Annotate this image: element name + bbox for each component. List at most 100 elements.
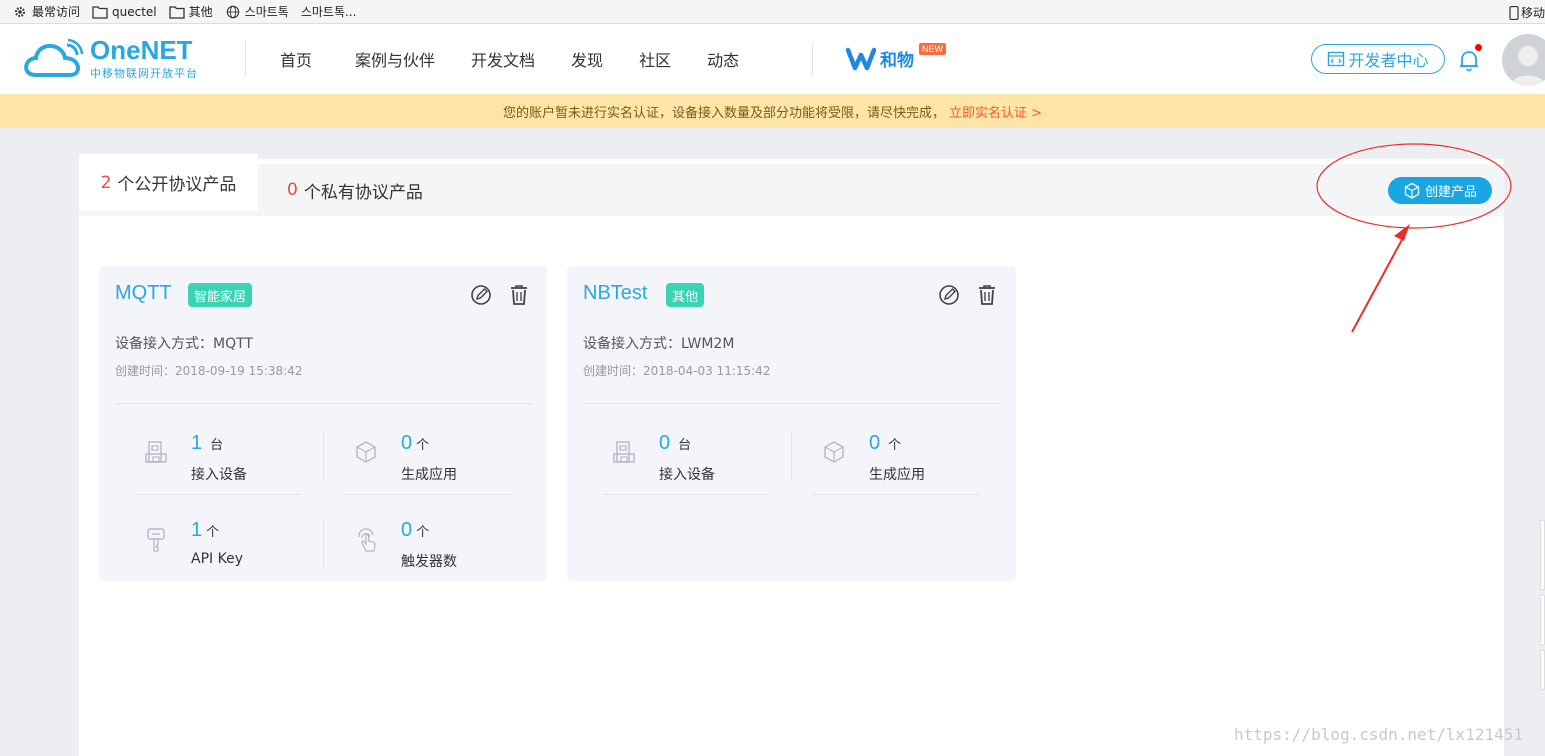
stat-unit: 个 <box>416 524 430 539</box>
product-card-nbtest[interactable]: NBTest 其他 设备接入方式：LWM2M 创建时间：2018-04-03 1… <box>567 266 1016 581</box>
header-divider <box>812 42 813 76</box>
tab-count: 0 <box>287 180 298 200</box>
bell-icon[interactable] <box>1458 48 1480 72</box>
stat-label: 接入设备 <box>191 467 247 483</box>
main-nav: 首页 案例与伙伴 开发文档 发现 社区 动态 <box>262 24 757 94</box>
scroll-strip[interactable] <box>1540 650 1545 690</box>
bookmark-most-visited[interactable]: 最常访问 <box>12 3 80 20</box>
tab-private-products[interactable]: 0 个私有协议产品 <box>287 164 423 216</box>
stat-devices[interactable]: 0台 接入设备 <box>603 418 783 490</box>
header-divider <box>245 40 246 76</box>
key-icon <box>147 528 165 552</box>
logo-subtitle: 中移物联网开放平台 <box>90 67 198 80</box>
stat-divider <box>323 431 324 481</box>
stat-divider <box>135 494 301 495</box>
stat-label: API Key <box>191 551 243 567</box>
trash-icon[interactable] <box>509 284 529 306</box>
edit-icon[interactable] <box>938 284 960 306</box>
nav-hewu[interactable]: 和物 <box>846 46 914 71</box>
cube-icon <box>824 441 844 463</box>
bookmark-label: 移动 <box>1520 6 1545 20</box>
folder-icon <box>168 5 185 19</box>
product-tag: 智能家居 <box>188 283 253 307</box>
stat-apps[interactable]: 0个 生成应用 <box>345 418 525 490</box>
created-time: 创建时间：2018-09-19 15:38:42 <box>115 364 303 378</box>
stat-divider <box>791 431 792 481</box>
stat-divider <box>345 494 511 495</box>
stat-value: 1 <box>191 519 203 541</box>
products-panel: 2 个公开协议产品 0 个私有协议产品 创建产品 MQTT 智能家居 设备接入方… <box>79 154 1504 756</box>
bookmark-smarttalk-2[interactable]: 스마트톡... <box>301 3 357 20</box>
avatar[interactable] <box>1502 34 1545 86</box>
trash-icon[interactable] <box>977 284 997 306</box>
folder-icon <box>92 5 108 19</box>
watermark: https://blog.csdn.net/lx121451 <box>1234 725 1523 744</box>
phone-icon <box>1509 5 1519 20</box>
bookmark-label: 最常访问 <box>32 5 81 19</box>
stat-label: 生成应用 <box>401 467 457 483</box>
bookmark-label: 스마트톡... <box>300 5 357 19</box>
stat-triggers[interactable]: 0个 触发器数 <box>345 505 525 577</box>
site-header: OneNET 中移物联网开放平台 首页 案例与伙伴 开发文档 发现 社区 动态 … <box>0 24 1545 94</box>
nav-dev-docs[interactable]: 开发文档 <box>471 47 535 71</box>
stat-divider <box>813 494 979 495</box>
tab-label: 个私有协议产品 <box>303 182 423 203</box>
product-card-mqtt[interactable]: MQTT 智能家居 设备接入方式：MQTT 创建时间：2018-09-19 15… <box>99 266 547 581</box>
stat-value: 0 <box>659 432 671 454</box>
stat-divider <box>323 518 324 568</box>
nav-home[interactable]: 首页 <box>280 47 312 71</box>
product-name[interactable]: NBTest <box>583 282 647 305</box>
stat-unit: 个 <box>416 437 430 452</box>
cube-icon <box>356 441 376 463</box>
hewu-label: 和物 <box>880 51 914 71</box>
nav-news[interactable]: 动态 <box>707 47 739 71</box>
nav-discover[interactable]: 发现 <box>571 47 603 71</box>
tab-label: 个公开协议产品 <box>117 175 237 195</box>
bookmark-label: 其他 <box>188 5 213 19</box>
stat-devices[interactable]: 1台 接入设备 <box>135 418 315 490</box>
scroll-strip[interactable] <box>1540 520 1545 590</box>
created-time: 创建时间：2018-04-03 11:15:42 <box>583 364 771 378</box>
scroll-strip[interactable] <box>1540 595 1545 645</box>
card-divider <box>583 403 1001 404</box>
stat-value: 0 <box>401 432 413 454</box>
stat-unit: 台 <box>210 437 224 452</box>
device-icon <box>145 441 167 463</box>
nav-cases-partners[interactable]: 案例与伙伴 <box>355 47 435 71</box>
onenet-logo[interactable]: OneNET 中移物联网开放平台 <box>22 37 198 81</box>
touch-icon <box>358 528 376 552</box>
stat-unit: 个 <box>888 437 902 452</box>
nav-community[interactable]: 社区 <box>639 47 671 71</box>
stat-label: 接入设备 <box>659 467 715 483</box>
bookmark-mobile[interactable]: 移动 <box>1509 4 1545 21</box>
tab-public-products[interactable]: 2 个公开协议产品 <box>79 154 258 211</box>
stat-unit: 个 <box>206 524 220 539</box>
bookmark-label: 스마트톡 <box>244 5 289 19</box>
globe-icon <box>226 5 239 18</box>
verify-now-link[interactable]: 立即实名认证 > <box>949 102 1042 121</box>
stat-value: 1 <box>191 432 203 454</box>
product-name[interactable]: MQTT <box>115 282 172 305</box>
stat-unit: 台 <box>678 437 692 452</box>
code-window-icon <box>1328 51 1345 67</box>
gear-icon <box>14 6 26 17</box>
developer-center-label: 开发者中心 <box>1348 51 1429 70</box>
developer-center-button[interactable]: 开发者中心 <box>1311 44 1445 74</box>
bookmark-folder-other[interactable]: 其他 <box>168 3 213 20</box>
stat-apps[interactable]: 0个 生成应用 <box>813 418 993 490</box>
stat-api-keys[interactable]: 1个 API Key <box>135 505 315 577</box>
create-product-button[interactable]: 创建产品 <box>1388 177 1492 204</box>
bookmarks-bar: 最常访问 quectel 其他 스마트톡 스마트톡... 移动 <box>0 0 1545 24</box>
bookmark-smarttalk[interactable]: 스마트톡 <box>225 3 289 20</box>
access-method: 设备接入方式：LWM2M <box>583 336 735 352</box>
tab-count: 2 <box>100 172 112 193</box>
product-tag: 其他 <box>666 283 705 307</box>
logo-name: OneNET <box>90 35 193 65</box>
stat-value: 0 <box>401 519 413 541</box>
access-method: 设备接入方式：MQTT <box>115 336 253 352</box>
cloud-logo-icon <box>24 39 84 77</box>
edit-icon[interactable] <box>470 284 492 306</box>
stat-label: 触发器数 <box>401 554 457 570</box>
card-divider <box>115 403 533 404</box>
bookmark-folder-quectel[interactable]: quectel <box>92 5 157 19</box>
